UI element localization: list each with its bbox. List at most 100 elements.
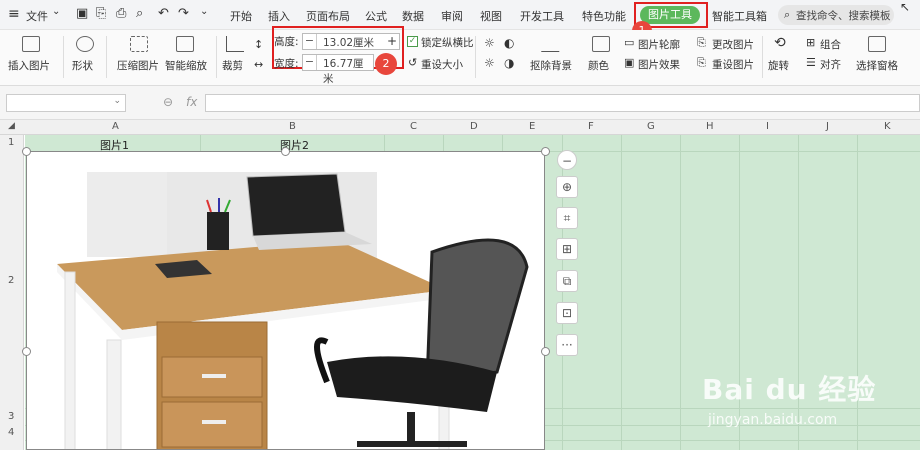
tab-picture-tools[interactable]: 图片工具 [640, 6, 700, 24]
tab-developer[interactable]: 开发工具 [520, 8, 564, 24]
resize-handle[interactable] [22, 347, 31, 356]
layout-float-icon[interactable]: ⧉ [556, 270, 578, 292]
crop-float-icon[interactable]: ⌗ [556, 207, 578, 229]
height-value[interactable]: 13.02厘米 [323, 35, 374, 50]
reset-pic-button[interactable]: 重设图片 [712, 57, 754, 72]
tab-formula[interactable]: 公式 [365, 8, 387, 24]
width-stepper[interactable]: − 16.77厘米 [302, 54, 374, 85]
col-c[interactable]: C [410, 121, 417, 132]
resize-handle[interactable] [541, 347, 550, 356]
tab-view[interactable]: 视图 [480, 8, 502, 24]
tab-data[interactable]: 数据 [402, 8, 424, 24]
select-float-icon[interactable]: ⊞ [556, 238, 578, 260]
height-minus-button[interactable]: − [303, 34, 317, 49]
shape-button[interactable]: 形状 [72, 58, 93, 73]
tab-start[interactable]: 开始 [230, 8, 252, 24]
pic-effect-button[interactable]: 图片效果 [638, 57, 680, 72]
compress-icon[interactable] [130, 36, 148, 52]
row-2[interactable]: 2 [8, 275, 14, 286]
width-value[interactable]: 16.77厘米 [323, 56, 373, 86]
contrast-down-icon[interactable]: ◑ [504, 56, 514, 70]
search-box[interactable]: ⌕ 查找命令、搜索模板 [778, 5, 894, 25]
crop-button[interactable]: 裁剪 [222, 58, 243, 73]
print-icon[interactable]: ⎙ [116, 6, 126, 21]
tab-insert[interactable]: 插入 [268, 8, 290, 24]
copy-float-icon[interactable]: ⊡ [556, 302, 578, 324]
height-stepper[interactable]: − 13.02厘米 + [302, 33, 400, 50]
export-icon[interactable]: ⎘ [96, 6, 106, 21]
brightness-down-icon[interactable]: ☼ [484, 56, 495, 70]
col-k[interactable]: K [884, 121, 891, 132]
selection-pane-button[interactable]: 选择窗格 [856, 58, 898, 73]
zoom-icon[interactable]: ⊖ [163, 95, 173, 109]
brightness-up-icon[interactable]: ☼ [484, 36, 495, 50]
row-3[interactable]: 3 [8, 411, 14, 422]
insert-picture-button[interactable]: 插入图片 [8, 58, 50, 73]
change-pic-icon[interactable]: ⎘ [697, 36, 706, 50]
zoom-in-icon[interactable]: ⊕ [556, 176, 578, 198]
formula-input[interactable] [205, 94, 920, 112]
row-1[interactable]: 1 [8, 137, 14, 148]
desk-chair-picture[interactable] [26, 151, 545, 450]
align-icon[interactable]: ☰ [806, 56, 816, 69]
group-icon[interactable]: ⊞ [806, 36, 815, 49]
group-button[interactable]: 组合 [820, 37, 841, 52]
col-i[interactable]: I [766, 121, 769, 132]
col-e[interactable]: E [529, 121, 535, 132]
reset-pic-icon[interactable]: ⎘ [697, 56, 706, 70]
rotate-icon[interactable]: ⟲ [774, 35, 786, 51]
resize-handle[interactable] [22, 147, 31, 156]
crop-icon[interactable] [226, 36, 244, 52]
hamburger-icon[interactable]: ≡ [8, 6, 20, 22]
effect-icon[interactable]: ▣ [624, 56, 634, 69]
remove-bg-button[interactable]: 抠除背景 [530, 58, 572, 73]
selection-pane-icon[interactable] [868, 36, 886, 52]
tab-smart-tools[interactable]: 智能工具箱 [712, 8, 767, 24]
select-all-icon[interactable]: ◢ [8, 121, 15, 131]
col-j[interactable]: J [826, 121, 829, 132]
reset-size-button[interactable]: 重设大小 [421, 57, 463, 72]
col-b[interactable]: B [289, 121, 296, 132]
fx-icon[interactable]: fx [186, 95, 197, 109]
name-box[interactable]: ⌄ [6, 94, 126, 112]
col-h[interactable]: H [706, 121, 714, 132]
col-g[interactable]: G [647, 121, 655, 132]
undo-icon[interactable]: ↶ [158, 6, 169, 21]
tab-page-layout[interactable]: 页面布局 [306, 8, 350, 24]
lock-ratio-label[interactable]: 锁定纵横比 [421, 35, 474, 50]
preview-icon[interactable]: ⌕ [136, 6, 143, 21]
more-float-icon[interactable]: ··· [556, 334, 578, 356]
tab-review[interactable]: 审阅 [441, 8, 463, 24]
pic-outline-button[interactable]: 图片轮廓 [638, 37, 680, 52]
save-icon[interactable]: ▣ [76, 6, 88, 21]
menu-file[interactable]: 文件 [26, 8, 48, 24]
height-plus-button[interactable]: + [387, 34, 397, 48]
more-icon[interactable]: ⌄ [200, 6, 208, 17]
rotate-button[interactable]: 旋转 [768, 58, 789, 73]
resize-handle[interactable] [281, 147, 290, 156]
collapse-icon[interactable]: − [557, 150, 577, 170]
change-pic-button[interactable]: 更改图片 [712, 37, 754, 52]
redo-icon[interactable]: ↷ [178, 6, 189, 21]
chevron-down-icon[interactable]: ⌄ [52, 6, 60, 17]
col-d[interactable]: D [470, 121, 478, 132]
color-button[interactable]: 颜色 [588, 58, 609, 73]
color-icon[interactable] [592, 36, 610, 52]
width-minus-button[interactable]: − [303, 55, 317, 70]
insert-picture-icon[interactable] [22, 36, 40, 52]
compress-button[interactable]: 压缩图片 [117, 58, 159, 73]
smart-scale-button[interactable]: 智能缩放 [165, 58, 207, 73]
lock-ratio-checkbox[interactable]: ✓ [407, 36, 418, 47]
col-f[interactable]: F [588, 121, 594, 132]
shape-icon[interactable] [76, 36, 94, 52]
reset-size-icon[interactable]: ↺ [408, 56, 417, 69]
row-4[interactable]: 4 [8, 427, 14, 438]
outline-icon[interactable]: ▭ [624, 36, 634, 49]
tab-features[interactable]: 特色功能 [582, 8, 626, 24]
align-button[interactable]: 对齐 [820, 57, 841, 72]
chevron-down-icon[interactable]: ⌄ [113, 96, 121, 106]
col-a[interactable]: A [112, 121, 119, 132]
smart-scale-icon[interactable] [176, 36, 194, 52]
contrast-icon[interactable]: ◐ [504, 36, 514, 50]
resize-handle[interactable] [541, 147, 550, 156]
